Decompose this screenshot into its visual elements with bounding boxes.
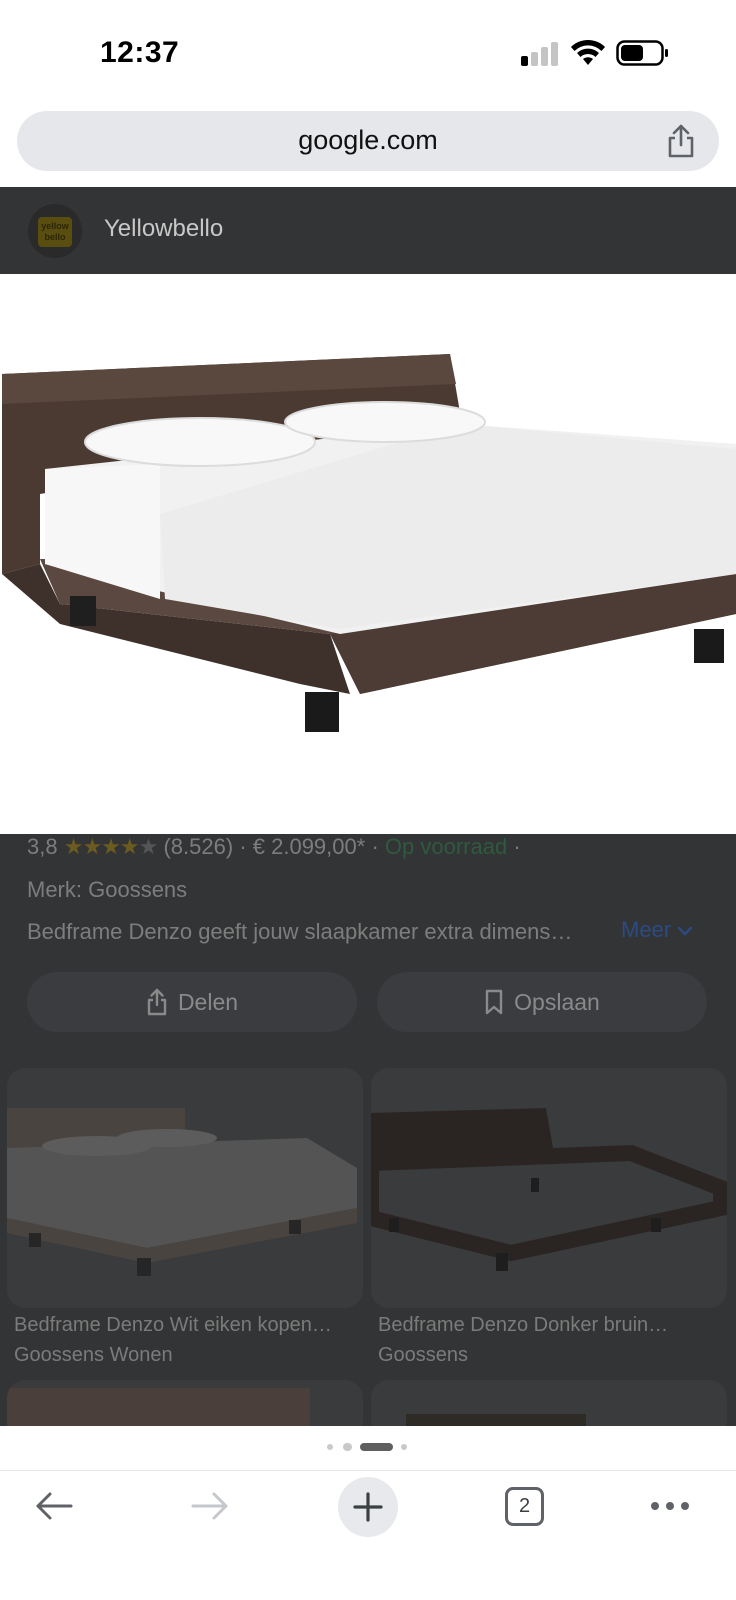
logo-text-bello: bello (44, 232, 66, 242)
related-bed-image (7, 1108, 357, 1276)
more-label[interactable]: Meer (621, 917, 671, 942)
related-thumbnail[interactable] (371, 1380, 727, 1426)
new-tab-button[interactable] (338, 1477, 398, 1537)
meta-separator: · (513, 834, 521, 859)
thumbnail-image (406, 1414, 586, 1426)
product-brand: Merk: Goossens (27, 877, 188, 902)
arrow-right-icon (191, 1492, 228, 1520)
forward-button[interactable] (170, 1471, 250, 1541)
share-label: Delen (177, 988, 239, 1015)
page-dot (343, 1443, 352, 1451)
more-menu-button[interactable] (630, 1471, 710, 1541)
meta-separator: · (239, 834, 247, 859)
bookmark-icon (485, 989, 503, 1015)
related-title[interactable]: Bedframe Denzo Wit eiken kopen… (14, 1314, 332, 1337)
page-dot-active (360, 1443, 393, 1451)
tab-switcher-button[interactable]: 2 (505, 1487, 544, 1526)
arrow-left-icon (36, 1492, 73, 1520)
thumbnail-image (7, 1388, 310, 1426)
source-header[interactable]: yellow bello Yellowbello (0, 187, 736, 274)
bed-image (2, 354, 736, 732)
back-button[interactable] (14, 1471, 94, 1541)
address-bar[interactable]: google.com (17, 111, 719, 171)
wifi-icon (571, 39, 605, 65)
page-dot (401, 1444, 407, 1450)
cellular-signal-icon (521, 40, 561, 66)
related-title[interactable]: Bedframe Denzo Donker bruin… (378, 1314, 668, 1337)
rating-stars-icon: ★★★★★ (63, 834, 159, 859)
share-button[interactable]: Delen (27, 972, 357, 1032)
rating-value: 3,8 (27, 834, 58, 859)
product-description: Bedframe Denzo geeft jouw slaapkamer ext… (27, 919, 573, 944)
source-name[interactable]: Yellowbello (104, 215, 223, 243)
product-meta-line: 3,8 ★★★★★ (8.526) · € 2.099,00* · Op voo… (27, 834, 521, 864)
product-details-overlay: 3,8 ★★★★★ (8.526) · € 2.099,00* · Op voo… (0, 834, 736, 1426)
share-icon (147, 988, 167, 1016)
stock-status: Op voorraad (384, 834, 508, 859)
logo-text-yellow: yellow (41, 221, 69, 231)
review-count: (8.526) (163, 834, 234, 859)
related-source: Goossens Wonen (14, 1344, 173, 1366)
status-time: 12:37 (100, 36, 180, 69)
battery-icon (616, 40, 668, 66)
chevron-down-icon (677, 926, 693, 936)
related-source: Goossens (378, 1344, 469, 1366)
related-thumbnail[interactable] (371, 1068, 727, 1308)
product-price: € 2.099,00* (252, 834, 366, 859)
related-thumbnail[interactable] (7, 1068, 363, 1308)
save-button[interactable]: Opslaan (377, 972, 707, 1032)
save-label: Opslaan (514, 988, 600, 1015)
source-logo: yellow bello (28, 204, 82, 258)
share-icon[interactable] (665, 123, 697, 159)
plus-icon (353, 1492, 383, 1522)
more-horizontal-icon (651, 1502, 689, 1510)
url-text[interactable]: google.com (17, 125, 719, 156)
related-bedframe-image (371, 1108, 727, 1271)
related-thumbnail[interactable] (7, 1380, 363, 1426)
product-image[interactable] (0, 274, 736, 834)
more-link[interactable]: Meer (621, 917, 693, 943)
meta-separator: · (371, 834, 379, 859)
page-dot (327, 1444, 333, 1450)
browser-toolbar: 2 (0, 1470, 736, 1600)
status-bar: 12:37 (0, 0, 736, 100)
page-indicator (0, 1426, 736, 1470)
